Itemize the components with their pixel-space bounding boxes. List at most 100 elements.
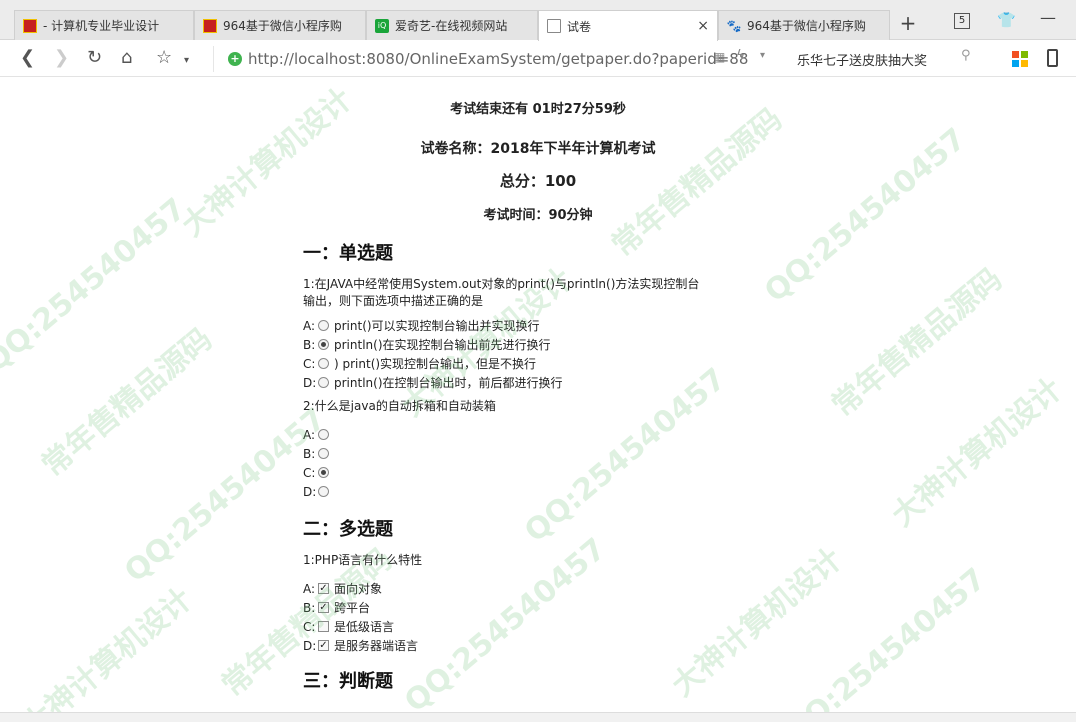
watermark-text: 常年售精品源码 xyxy=(825,261,1009,424)
close-tab-icon[interactable]: × xyxy=(697,18,709,34)
option-text: print()可以实现控制台输出并实现换行 xyxy=(334,319,540,333)
apps-grid-icon[interactable] xyxy=(1012,51,1028,67)
checkbox[interactable]: ✓ xyxy=(318,640,329,651)
lightning-icon[interactable]: ϟ xyxy=(736,48,745,64)
exam-page: 考试结束还有 01时27分59秒 试卷名称：2018年下半年计算机考试 总分：1… xyxy=(0,78,1076,712)
reload-icon[interactable]: ↻ xyxy=(87,48,102,68)
option-group: A: print()可以实现控制台输出并实现换行 B: println()在实现… xyxy=(303,316,723,392)
qr-grid-icon[interactable]: ▦ xyxy=(714,50,725,64)
option-d[interactable]: D: xyxy=(303,482,723,501)
tab-iqiyi[interactable]: iQ 爱奇艺-在线视频网站 xyxy=(366,10,538,40)
watermark-text: QQ:254540457 xyxy=(118,401,333,590)
secure-shield-icon: + xyxy=(228,52,242,66)
option-key: C: xyxy=(303,619,316,634)
option-key: B: xyxy=(303,600,316,615)
red-square-icon xyxy=(23,18,37,33)
tab-count-badge[interactable]: 5 xyxy=(954,13,970,29)
option-group: A: ✓ 面向对象 B: ✓ 跨平台 C: 是低级语言 D: ✓ 是服务器端语言 xyxy=(303,579,723,655)
question-list: 一：单选题 1:在JAVA中经常使用System.out对象的print()与p… xyxy=(303,238,723,693)
option-key: B: xyxy=(303,446,316,461)
tab-exam-paper[interactable]: 试卷 × xyxy=(538,10,718,41)
option-key: A: xyxy=(303,318,316,333)
radio-button[interactable] xyxy=(318,339,329,350)
option-key: D: xyxy=(303,638,317,653)
option-a[interactable]: A: print()可以实现控制台输出并实现换行 xyxy=(303,316,723,335)
option-b[interactable]: B: println()在实现控制台输出前先进行换行 xyxy=(303,335,723,354)
option-group: A: B: C: D: xyxy=(303,425,723,501)
minimize-icon[interactable]: — xyxy=(1040,8,1056,27)
option-b[interactable]: B: xyxy=(303,444,723,463)
red-square-icon xyxy=(203,18,217,33)
option-key: A: xyxy=(303,427,316,442)
watermark-text: QQ:254540457 xyxy=(778,561,993,712)
tab-label: 964基于微信小程序购 xyxy=(223,19,342,33)
option-a[interactable]: A: xyxy=(303,425,723,444)
new-tab-button[interactable]: + xyxy=(896,12,920,36)
countdown-timer: 考试结束还有 01时27分59秒 xyxy=(450,102,626,117)
checkbox[interactable] xyxy=(318,621,329,632)
option-key: D: xyxy=(303,375,317,390)
section-title-judge: 三：判断题 xyxy=(303,671,393,692)
radio-button[interactable] xyxy=(318,320,329,331)
url-text[interactable]: http://localhost:8080/OnlineExamSystem/g… xyxy=(248,50,748,68)
option-key: A: xyxy=(303,581,316,596)
option-key: C: xyxy=(303,356,316,371)
radio-button[interactable] xyxy=(318,467,329,478)
question-text: 1:在JAVA中经常使用System.out对象的print()与println… xyxy=(303,277,700,308)
option-text: ) print()实现控制台输出，但是不换行 xyxy=(334,357,537,371)
option-d[interactable]: D: ✓ 是服务器端语言 xyxy=(303,636,723,655)
iqiyi-icon: iQ xyxy=(375,18,389,33)
tab-label: 964基于微信小程序购 xyxy=(747,19,866,33)
option-a[interactable]: A: ✓ 面向对象 xyxy=(303,579,723,598)
radio-button[interactable] xyxy=(318,448,329,459)
checkbox[interactable]: ✓ xyxy=(318,602,329,613)
option-text: 跨平台 xyxy=(334,601,371,615)
radio-button[interactable] xyxy=(318,377,329,388)
radio-button[interactable] xyxy=(318,358,329,369)
option-text: println()在控制台输出时，前后都进行换行 xyxy=(334,376,563,390)
search-promo-text[interactable]: 乐华七子送皮肤抽大奖 xyxy=(797,50,927,69)
bookmark-dropdown-icon[interactable]: ▾ xyxy=(184,51,189,71)
option-c[interactable]: C: 是低级语言 xyxy=(303,617,723,636)
option-key: D: xyxy=(303,484,317,499)
tab-label: - 计算机专业毕业设计 xyxy=(43,19,160,33)
option-key: B: xyxy=(303,337,316,352)
option-b[interactable]: B: ✓ 跨平台 xyxy=(303,598,723,617)
radio-button[interactable] xyxy=(318,429,329,440)
option-text: 是低级语言 xyxy=(334,620,395,634)
option-key: C: xyxy=(303,465,316,480)
paw-icon: 🐾 xyxy=(726,18,742,33)
option-text: println()在实现控制台输出前先进行换行 xyxy=(334,338,551,352)
question-text: 1:PHP语言有什么特性 xyxy=(303,553,423,567)
tab-wechat-program[interactable]: 964基于微信小程序购 xyxy=(194,10,366,40)
bookmark-star-icon[interactable]: ☆ xyxy=(156,48,172,68)
document-icon xyxy=(547,19,561,33)
radio-button[interactable] xyxy=(318,486,329,497)
chevron-down-icon[interactable]: ▾ xyxy=(760,50,765,61)
watermark-text: 大神计算机设计 xyxy=(885,371,1069,534)
tab-graduation-design[interactable]: - 计算机专业毕业设计 xyxy=(14,10,194,40)
exam-duration: 考试时间：90分钟 xyxy=(483,208,593,223)
back-arrow-icon[interactable]: ❮ xyxy=(20,48,35,68)
mobile-phone-icon[interactable] xyxy=(1047,49,1058,67)
tab-wechat-program-2[interactable]: 🐾 964基于微信小程序购 xyxy=(718,10,890,40)
search-icon[interactable]: ⚲ xyxy=(961,48,971,63)
watermark-text: 大神计算机设计 xyxy=(15,581,199,712)
tab-label: 试卷 xyxy=(567,19,592,34)
checkbox[interactable]: ✓ xyxy=(318,583,329,594)
forward-arrow-icon[interactable]: ❯ xyxy=(54,48,69,68)
navigation-toolbar: ❮ ❯ ↻ ⌂ ☆ ▾ + http://localhost:8080/Onli… xyxy=(0,41,1076,77)
total-score: 总分：100 xyxy=(499,172,577,190)
section-title-multiple: 二：多选题 xyxy=(303,519,393,540)
home-icon[interactable]: ⌂ xyxy=(121,48,132,68)
option-c[interactable]: C: ) print()实现控制台输出，但是不换行 xyxy=(303,354,723,373)
option-text: 面向对象 xyxy=(334,582,383,596)
watermark-text: 常年售精品源码 xyxy=(35,321,219,484)
address-bar[interactable]: + http://localhost:8080/OnlineExamSystem… xyxy=(213,46,785,72)
paper-name: 试卷名称：2018年下半年计算机考试 xyxy=(420,141,656,157)
option-d[interactable]: D: println()在控制台输出时，前后都进行换行 xyxy=(303,373,723,392)
question-text: 2:什么是java的自动拆箱和自动装箱 xyxy=(303,399,496,413)
skin-shirt-icon[interactable]: 👕 xyxy=(997,11,1016,29)
option-c[interactable]: C: xyxy=(303,463,723,482)
status-bar xyxy=(0,712,1076,722)
